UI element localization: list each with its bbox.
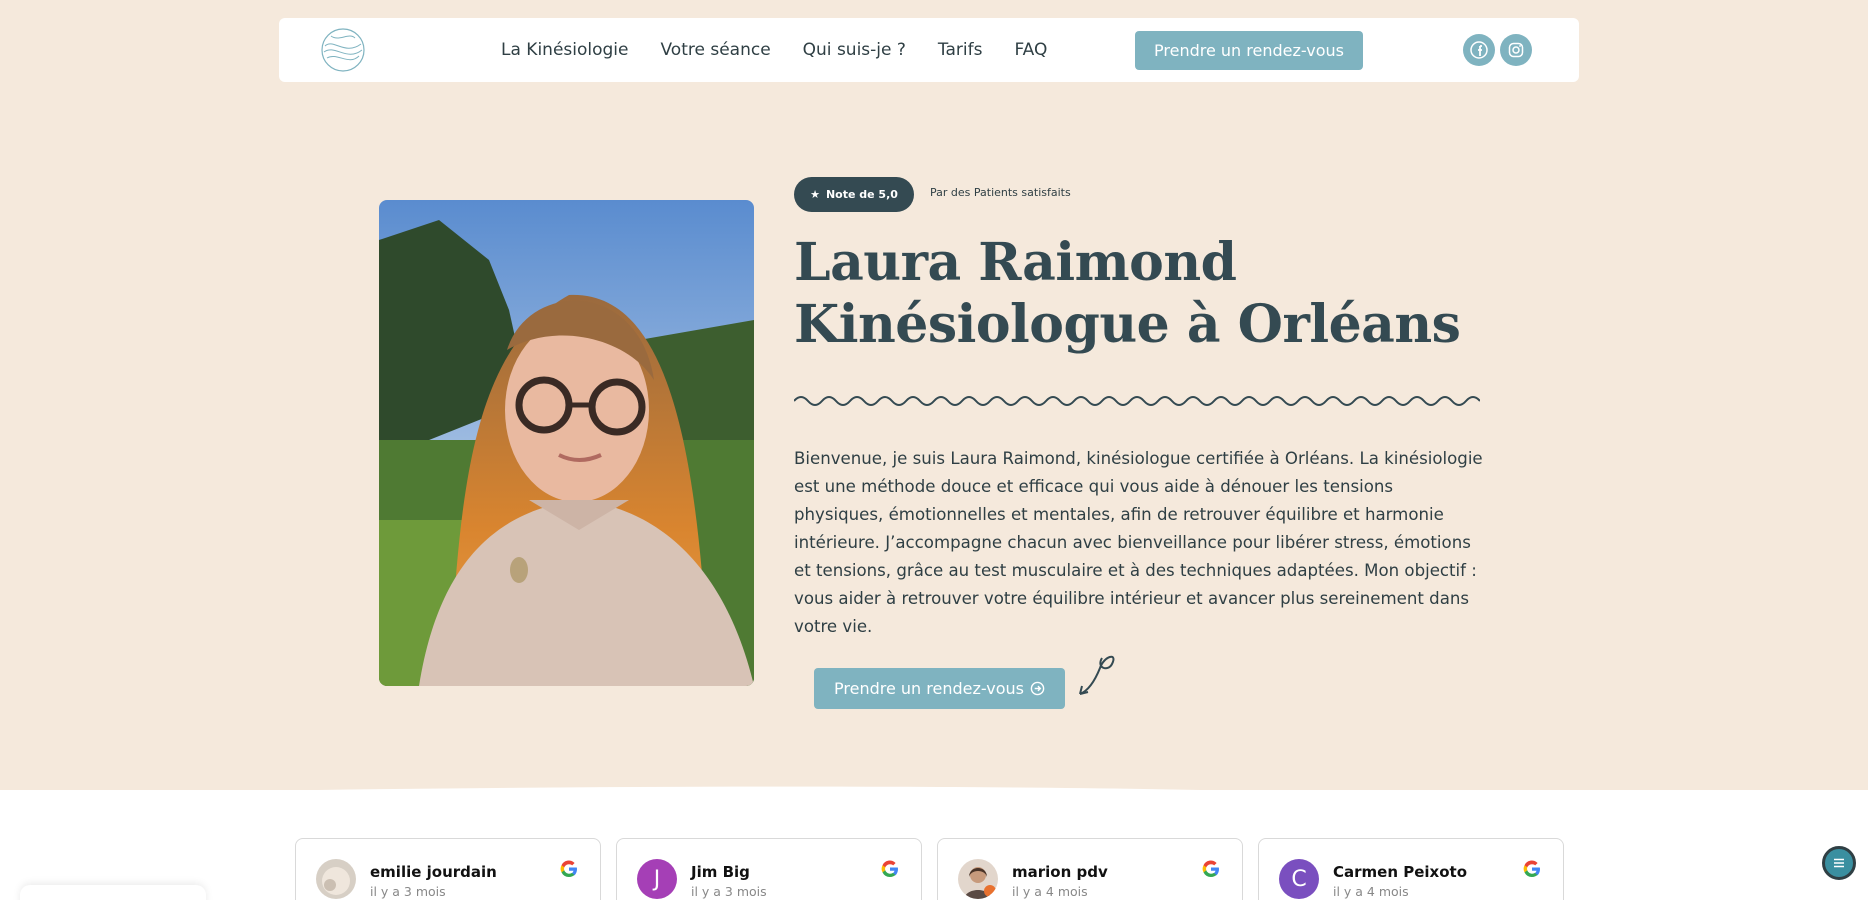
curly-arrow-icon [1079,655,1115,695]
reviewer-name: Carmen Peixoto [1333,863,1467,881]
nav-item-faq[interactable]: FAQ [1014,40,1047,60]
nav-item-kinesiologie[interactable]: La Kinésiologie [501,40,628,60]
hero-appointment-button[interactable]: Prendre un rendez-vous [814,668,1065,709]
accessibility-menu-button[interactable] [1822,846,1856,880]
review-date: il y a 4 mois [1012,884,1088,899]
review-date: il y a 3 mois [691,884,767,899]
nav-item-qui-suis-je[interactable]: Qui suis-je ? [803,40,906,60]
menu-icon [1834,858,1844,868]
nav-item-tarifs[interactable]: Tarifs [938,40,983,60]
hero-title: Laura Raimond Kinésiologue à Orléans [794,232,1514,356]
main-nav: La Kinésiologie Votre séance Qui suis-je… [501,18,1079,82]
review-card[interactable]: J Jim Big il y a 3 mois [616,838,922,900]
rating-badge-label: Note de 5,0 [825,188,898,201]
logo-icon[interactable] [319,26,367,74]
google-icon [1202,860,1219,878]
local-guide-badge-icon [984,885,996,897]
hero-appointment-label: Prendre un rendez-vous [834,679,1024,698]
arrow-right-circle-icon [1030,681,1045,696]
reviewer-name: emilie jourdain [370,863,497,881]
avatar: C [1279,859,1319,899]
google-icon [1523,860,1540,878]
review-card[interactable]: marion pdv il y a 4 mois [937,838,1243,900]
google-icon [560,860,577,878]
star-icon: ★ [810,188,820,201]
reviews-section [0,790,1868,900]
nav-item-seance[interactable]: Votre séance [660,40,770,60]
review-card[interactable]: emilie jourdain il y a 3 mois [295,838,601,900]
rating-badge: ★ Note de 5,0 [794,177,914,212]
avatar [958,859,998,899]
instagram-icon[interactable] [1500,34,1532,66]
google-icon [881,860,898,878]
cookie-banner[interactable] [20,885,206,900]
avatar: J [637,859,677,899]
reviewer-name: marion pdv [1012,863,1108,881]
reviewer-name: Jim Big [691,863,750,881]
hero-title-line1: Laura Raimond [794,232,1237,293]
avatar [316,859,356,899]
hero-intro: Bienvenue, je suis Laura Raimond, kinési… [794,449,1483,636]
review-date: il y a 3 mois [370,884,446,899]
site-header: La Kinésiologie Votre séance Qui suis-je… [279,18,1579,82]
hero-title-line2: Kinésiologue à Orléans [794,294,1461,355]
portrait-photo [379,200,754,686]
review-date: il y a 4 mois [1333,884,1409,899]
review-card[interactable]: C Carmen Peixoto il y a 4 mois [1258,838,1564,900]
wave-divider [794,396,1480,406]
rating-note: Par des Patients satisfaits [930,186,1071,199]
facebook-icon[interactable] [1463,34,1495,66]
header-appointment-button[interactable]: Prendre un rendez-vous [1135,31,1363,70]
